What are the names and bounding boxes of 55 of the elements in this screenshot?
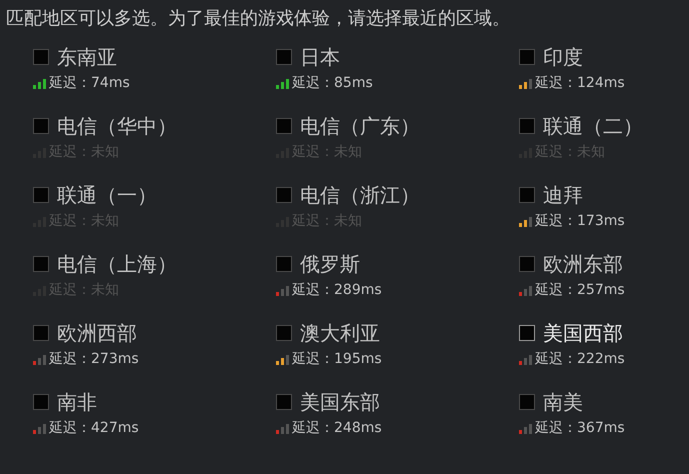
checkbox[interactable] bbox=[33, 325, 49, 341]
latency-text: 延迟：124ms bbox=[535, 74, 625, 92]
region-name: 迪拜 bbox=[543, 182, 583, 209]
checkbox[interactable] bbox=[519, 256, 535, 272]
region-name: 电信（广东） bbox=[300, 113, 420, 140]
region-name: 联通（二） bbox=[543, 113, 643, 140]
checkbox[interactable] bbox=[519, 49, 535, 65]
region-name: 欧洲西部 bbox=[57, 320, 137, 347]
signal-icon bbox=[276, 354, 290, 364]
signal-icon bbox=[519, 284, 533, 296]
region-name: 南美 bbox=[543, 389, 583, 416]
signal-icon bbox=[519, 354, 533, 364]
checkbox[interactable] bbox=[519, 187, 535, 203]
checkbox[interactable] bbox=[276, 49, 292, 65]
instruction-text: 匹配地区可以多选。为了最佳的游戏体验，请选择最近的区域。 bbox=[5, 7, 511, 31]
latency-text: 延迟：367ms bbox=[535, 418, 625, 438]
region-name: 东南亚 bbox=[57, 44, 117, 71]
latency-text: 延迟：195ms bbox=[292, 350, 382, 368]
signal-icon bbox=[276, 78, 290, 88]
signal-icon bbox=[519, 422, 533, 434]
checkbox[interactable] bbox=[519, 394, 535, 410]
signal-icon bbox=[33, 78, 47, 88]
region-name: 澳大利亚 bbox=[300, 320, 380, 347]
signal-icon bbox=[33, 422, 47, 434]
checkbox[interactable] bbox=[276, 394, 292, 410]
signal-icon bbox=[276, 422, 290, 434]
latency-text: 延迟：248ms bbox=[292, 418, 382, 438]
region-name: 俄罗斯 bbox=[300, 251, 360, 278]
region-name: 日本 bbox=[300, 44, 340, 71]
region-name: 电信（浙江） bbox=[300, 182, 420, 209]
signal-icon bbox=[519, 216, 533, 226]
region-name: 南非 bbox=[57, 389, 97, 416]
region-name: 印度 bbox=[543, 44, 583, 71]
region-name: 联通（一） bbox=[57, 182, 157, 209]
latency-text: 延迟：289ms bbox=[292, 280, 382, 300]
latency-text: 延迟：257ms bbox=[535, 280, 625, 300]
signal-icon bbox=[33, 354, 47, 364]
region-name: 美国西部 bbox=[543, 320, 623, 347]
region-name: 欧洲东部 bbox=[543, 251, 623, 278]
latency-text: 延迟：427ms bbox=[49, 418, 139, 438]
signal-icon bbox=[276, 284, 290, 296]
latency-text: 延迟：273ms bbox=[49, 350, 139, 368]
latency-text: 延迟：74ms bbox=[49, 74, 130, 92]
checkbox[interactable] bbox=[33, 394, 49, 410]
latency-text: 延迟：173ms bbox=[535, 212, 625, 230]
checkbox[interactable] bbox=[276, 256, 292, 272]
region-name: 美国东部 bbox=[300, 389, 380, 416]
checkbox[interactable] bbox=[33, 49, 49, 65]
signal-icon bbox=[519, 78, 533, 88]
region-name: 电信（上海） bbox=[57, 251, 177, 278]
latency-text: 延迟：222ms bbox=[535, 350, 625, 368]
region-name: 电信（华中） bbox=[57, 113, 177, 140]
checkbox[interactable] bbox=[276, 325, 292, 341]
latency-text: 延迟：85ms bbox=[292, 74, 373, 92]
checkbox[interactable] bbox=[519, 325, 535, 341]
